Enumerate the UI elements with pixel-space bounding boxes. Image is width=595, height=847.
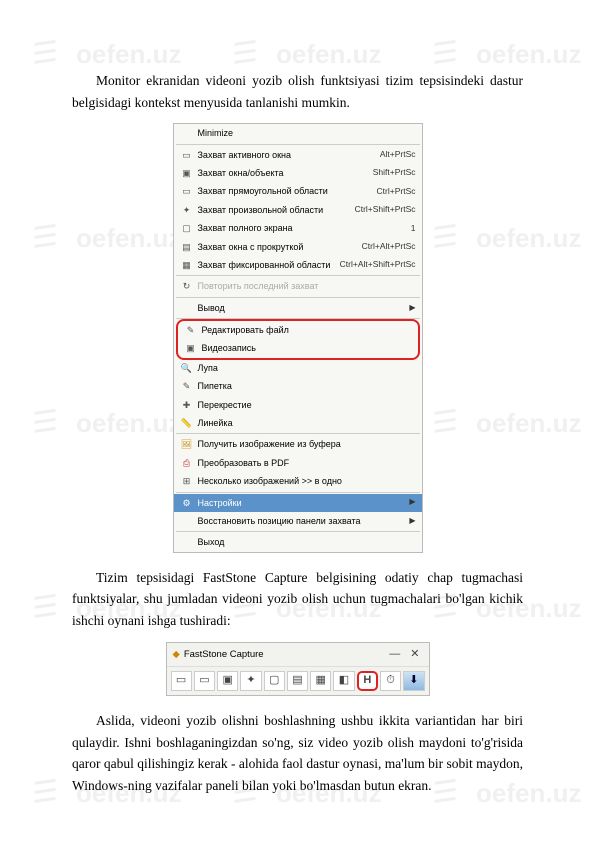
menu-settings: ⚙Настройки▶ [174, 494, 422, 512]
page-body: Monitor ekranidan videoni yozib olish fu… [0, 0, 595, 847]
toolbar-button: ▢ [264, 671, 285, 691]
menu-minimize: Minimize [174, 124, 422, 142]
paragraph-1: Monitor ekranidan videoni yozib olish fu… [72, 70, 523, 113]
menu-video-record: ▣Видеозапись [178, 339, 418, 357]
toolbar-button: ▣ [217, 671, 238, 691]
toolbar-title: FastStone Capture [184, 647, 264, 662]
menu-multi: ⊞Несколько изображений >> в одно [174, 472, 422, 490]
menu-restore-pos: Восстановить позицию панели захвата▶ [174, 512, 422, 530]
menu-edit-file: ✎Редактировать файл [178, 321, 418, 339]
menu-item: ▢Захват полного экрана1 [174, 219, 422, 237]
menu-output: Вывод▶ [174, 299, 422, 317]
toolbar-button: ▤ [287, 671, 308, 691]
menu-pdf: ⎙Преобразовать в PDF [174, 454, 422, 472]
menu-item: ▦Захват фиксированной областиCtrl+Alt+Sh… [174, 256, 422, 274]
context-menu-figure: Minimize ▭Захват активного окнаAlt+PrtSc… [173, 123, 423, 553]
menu-item: ✦Захват произвольной областиCtrl+Shift+P… [174, 201, 422, 219]
menu-tool: 🔍Лупа [174, 359, 422, 377]
toolbar-button: ▦ [310, 671, 331, 691]
menu-item: ▣Захват окна/объектаShift+PrtSc [174, 164, 422, 182]
app-icon: ◆ [173, 647, 180, 662]
menu-item: ▭Захват активного окнаAlt+PrtSc [174, 146, 422, 164]
paragraph-3: Aslida, videoni yozib olishni boshlashni… [72, 710, 523, 796]
menu-exit: Выход [174, 533, 422, 551]
menu-tool: ✚Перекрестие [174, 396, 422, 414]
highlighted-group: ✎Редактировать файл ▣Видеозапись [176, 319, 420, 360]
menu-tool: 📏Линейка [174, 414, 422, 432]
toolbar-video-button: H [357, 671, 378, 691]
paragraph-2: Tizim tepsisidagi FastStone Capture belg… [72, 567, 523, 632]
menu-item: ▤Захват окна с прокруткойCtrl+Alt+PrtSc [174, 238, 422, 256]
menu-tool: ✎Пипетка [174, 377, 422, 395]
toolbar-button: ▭ [194, 671, 215, 691]
menu-item: ▭Захват прямоугольной областиCtrl+PrtSc [174, 182, 422, 200]
close-icon: ✕ [407, 646, 422, 664]
toolbar-figure: ◆ FastStone Capture — ✕ ▭▭▣✦▢▤▦◧H⏱⬇ [166, 642, 430, 697]
toolbar-button: ✦ [240, 671, 261, 691]
menu-clipboard: 🖼Получить изображение из буфера [174, 435, 422, 453]
menu-repeat: ↻Повторить последний захват [174, 277, 422, 295]
toolbar-button: ▭ [171, 671, 192, 691]
toolbar-button: ◧ [333, 671, 354, 691]
toolbar-button: ⬇ [403, 671, 424, 691]
minimize-icon: — [386, 646, 403, 664]
toolbar-button: ⏱ [380, 671, 401, 691]
